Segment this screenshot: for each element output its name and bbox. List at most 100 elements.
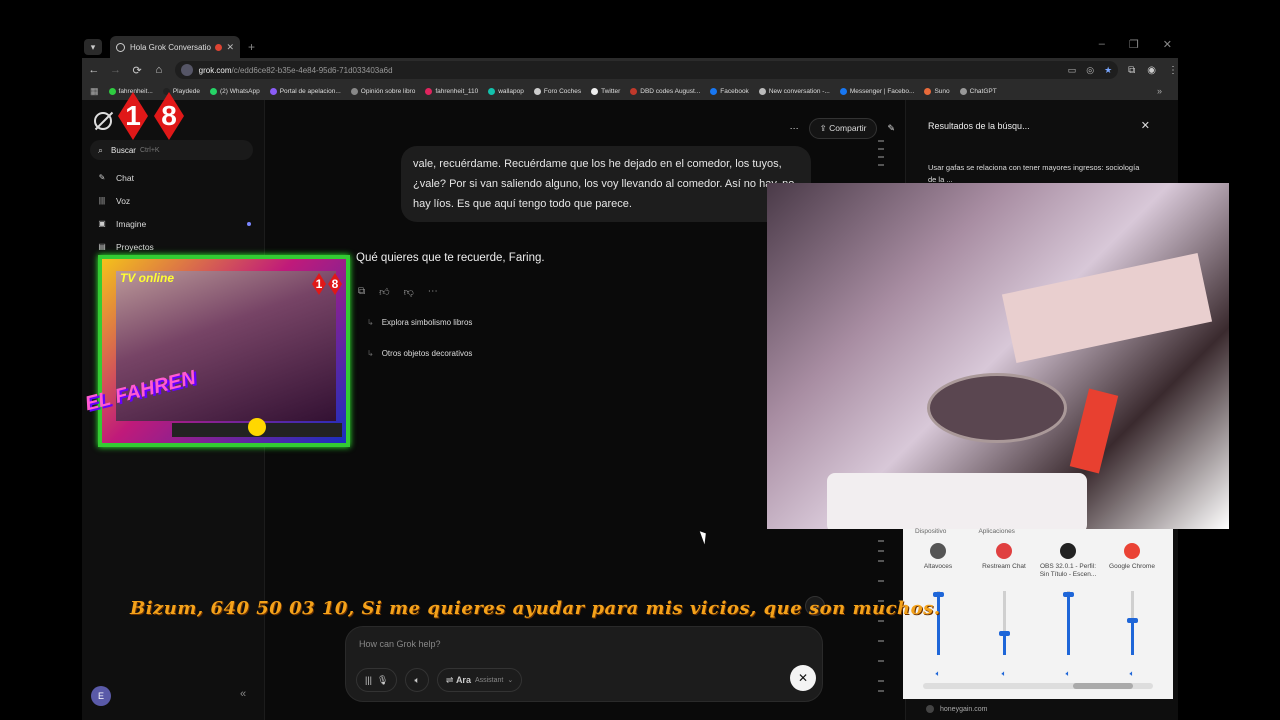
end-voice-button[interactable]: ✕ bbox=[790, 665, 816, 691]
waveform-icon: ||| bbox=[365, 675, 373, 685]
sidebar-item-label: Voz bbox=[116, 195, 131, 206]
voice-name: Ara bbox=[455, 675, 471, 685]
apps-icon[interactable]: ▦ bbox=[90, 86, 99, 97]
bookmark-item[interactable]: Messenger | Facebo... bbox=[839, 87, 914, 95]
suggestion-item[interactable]: ↳ Explora simbolismo libros bbox=[367, 318, 472, 327]
bookmark-item[interactable]: wallapop bbox=[488, 87, 524, 95]
menu-icon[interactable]: ⋮ bbox=[1168, 65, 1178, 76]
app-icon bbox=[1124, 543, 1140, 559]
sidebar-item-chat[interactable]: ✎ Chat bbox=[96, 166, 251, 189]
sidebar-item-voz[interactable]: ||| Voz bbox=[96, 189, 251, 212]
bookmark-label: Foro Coches bbox=[543, 87, 582, 95]
age-digit: 1 bbox=[312, 273, 326, 295]
bookmarks-more-button[interactable]: » bbox=[1157, 86, 1162, 96]
volume-thumb[interactable] bbox=[1062, 592, 1074, 598]
thumbs-down-icon[interactable]: 👎︎ bbox=[404, 286, 414, 298]
tab-close-button[interactable]: ✕ bbox=[226, 42, 234, 53]
chat-input-placeholder[interactable]: How can Grok help? bbox=[359, 639, 441, 649]
bookmark-item[interactable]: Foro Coches bbox=[533, 87, 582, 95]
voice-mode-button[interactable]: ||| 🎙︎ bbox=[356, 668, 398, 692]
address-bar[interactable]: grok.com /c/edd6ce82-b35e-4e84-95d6-71d0… bbox=[174, 61, 1119, 79]
thumbs-up-icon[interactable]: 👍︎ bbox=[379, 286, 389, 298]
grok-logo-icon[interactable] bbox=[94, 112, 112, 130]
message-actions: ⧉ 👍︎ 👎︎ ⋯ bbox=[358, 286, 438, 298]
install-icon[interactable]: ▭ bbox=[1068, 65, 1077, 76]
search-input[interactable]: ⌕ Buscar Ctrl+K bbox=[90, 140, 253, 160]
sidebar-item-label: Imagine bbox=[116, 218, 147, 229]
bookmark-item[interactable]: Portal de apelacion... bbox=[269, 87, 341, 95]
scroll-marker bbox=[878, 148, 884, 150]
bookmark-label: (2) WhatsApp bbox=[219, 87, 260, 95]
bookmark-star-icon[interactable]: ★ bbox=[1104, 65, 1112, 76]
more-icon[interactable]: ⋯ bbox=[428, 286, 438, 298]
volume-fill bbox=[1002, 632, 1006, 655]
chat-input-box[interactable]: How can Grok help? ||| 🎙︎ 🔈︎ ⇌ Ara Assis… bbox=[345, 626, 823, 702]
bright-surface bbox=[827, 473, 1087, 529]
mixer-device-heading: Dispositivo bbox=[915, 528, 947, 535]
back-button[interactable]: ← bbox=[84, 64, 104, 76]
new-tab-button[interactable]: + bbox=[248, 40, 255, 54]
volume-thumb[interactable] bbox=[932, 592, 944, 598]
copy-icon[interactable]: ⧉ bbox=[358, 286, 365, 298]
results-title: Resultados de la búsqu... bbox=[928, 121, 1030, 131]
bookmark-favicon-icon bbox=[108, 87, 116, 95]
speaker-icon[interactable]: 🔈︎ bbox=[1037, 669, 1099, 679]
results-close-button[interactable]: ✕ bbox=[1141, 119, 1150, 132]
new-chat-icon[interactable]: ✎ bbox=[887, 123, 895, 134]
volume-fill bbox=[1130, 619, 1134, 655]
scroll-marker bbox=[878, 580, 884, 582]
scrollbar-thumb[interactable] bbox=[1073, 683, 1133, 689]
bookmark-item[interactable]: ChatGPT bbox=[959, 87, 997, 95]
reload-button[interactable]: ⟳ bbox=[127, 64, 147, 77]
speaker-icon[interactable]: 🔈︎ bbox=[907, 669, 969, 679]
bookmark-item[interactable]: Suno bbox=[924, 87, 950, 95]
voice-select[interactable]: ⇌ Ara Assistant ⌄ bbox=[436, 668, 523, 692]
bookmark-item[interactable]: DBD codes August... bbox=[630, 87, 700, 95]
bookmark-item[interactable]: fahrenheit_110 bbox=[425, 87, 478, 95]
suggestion-item[interactable]: ↳ Otros objetos decorativos bbox=[367, 349, 472, 358]
sliders-icon: ⇌ bbox=[445, 674, 454, 685]
bookmark-item[interactable]: New conversation -... bbox=[758, 87, 830, 95]
speaker-icon[interactable]: 🔈︎ bbox=[973, 669, 1035, 679]
sidebar-item-label: Proyectos bbox=[116, 241, 154, 252]
bookmark-item[interactable]: Opinión sobre libro bbox=[350, 87, 415, 95]
scroll-marker bbox=[878, 680, 884, 682]
collapse-sidebar-button[interactable]: « bbox=[240, 688, 246, 700]
bookmark-label: Suno bbox=[934, 87, 950, 95]
reply-arrow-icon: ↳ bbox=[367, 349, 374, 358]
eye-slash-icon[interactable]: ◎ bbox=[1086, 65, 1094, 76]
bookmark-item[interactable]: (2) WhatsApp bbox=[209, 87, 260, 95]
input-controls: ||| 🎙︎ 🔈︎ ⇌ Ara Assistant ⌄ bbox=[356, 667, 812, 693]
home-button[interactable]: ⌂ bbox=[149, 64, 169, 76]
share-button[interactable]: ⇪ Compartir bbox=[808, 118, 878, 139]
result-source[interactable]: honeygain.com bbox=[926, 705, 987, 713]
forward-button[interactable]: → bbox=[106, 64, 126, 76]
bookmark-item[interactable]: Twitter bbox=[591, 87, 620, 95]
avatar[interactable]: E bbox=[91, 686, 111, 706]
bookmark-item[interactable]: Facebook bbox=[710, 87, 749, 95]
site-info-icon[interactable] bbox=[180, 64, 193, 76]
volume-slider[interactable] bbox=[1126, 591, 1138, 655]
profile-icon[interactable]: ◉ bbox=[1147, 65, 1156, 76]
volume-slider[interactable] bbox=[1062, 591, 1074, 655]
result-source-label: honeygain.com bbox=[940, 705, 988, 713]
age-rating-badge: 1 8 bbox=[312, 273, 342, 295]
tab-search-button[interactable]: ▾ bbox=[84, 39, 102, 55]
address-bar-actions: ▭ ◎ ★ bbox=[1068, 65, 1112, 76]
more-options-button[interactable]: ⋯ bbox=[790, 123, 799, 134]
volume-thumb[interactable] bbox=[998, 630, 1010, 636]
bookmark-favicon-icon bbox=[839, 87, 847, 95]
mixer-scrollbar[interactable] bbox=[923, 683, 1153, 689]
bookmark-favicon-icon bbox=[488, 87, 496, 95]
speaker-icon[interactable]: 🔈︎ bbox=[1101, 669, 1163, 679]
active-tab[interactable]: Hola Grok Conversation - G ✕ bbox=[110, 36, 240, 58]
volume-thumb[interactable] bbox=[1126, 617, 1138, 623]
speaker-button[interactable]: 🔈︎ bbox=[405, 668, 429, 692]
sidebar-item-imagine[interactable]: ▣ Imagine bbox=[96, 212, 251, 235]
bookmark-favicon-icon bbox=[533, 87, 541, 95]
pacman-icon bbox=[248, 418, 266, 436]
age-digit: 8 bbox=[154, 92, 184, 140]
extensions-icon[interactable]: ⧉ bbox=[1128, 65, 1135, 76]
bookmarks-bar: ▦ fahrenheit... Playdede (2) WhatsApp Porta… bbox=[82, 82, 1178, 100]
volume-slider[interactable] bbox=[998, 591, 1010, 655]
